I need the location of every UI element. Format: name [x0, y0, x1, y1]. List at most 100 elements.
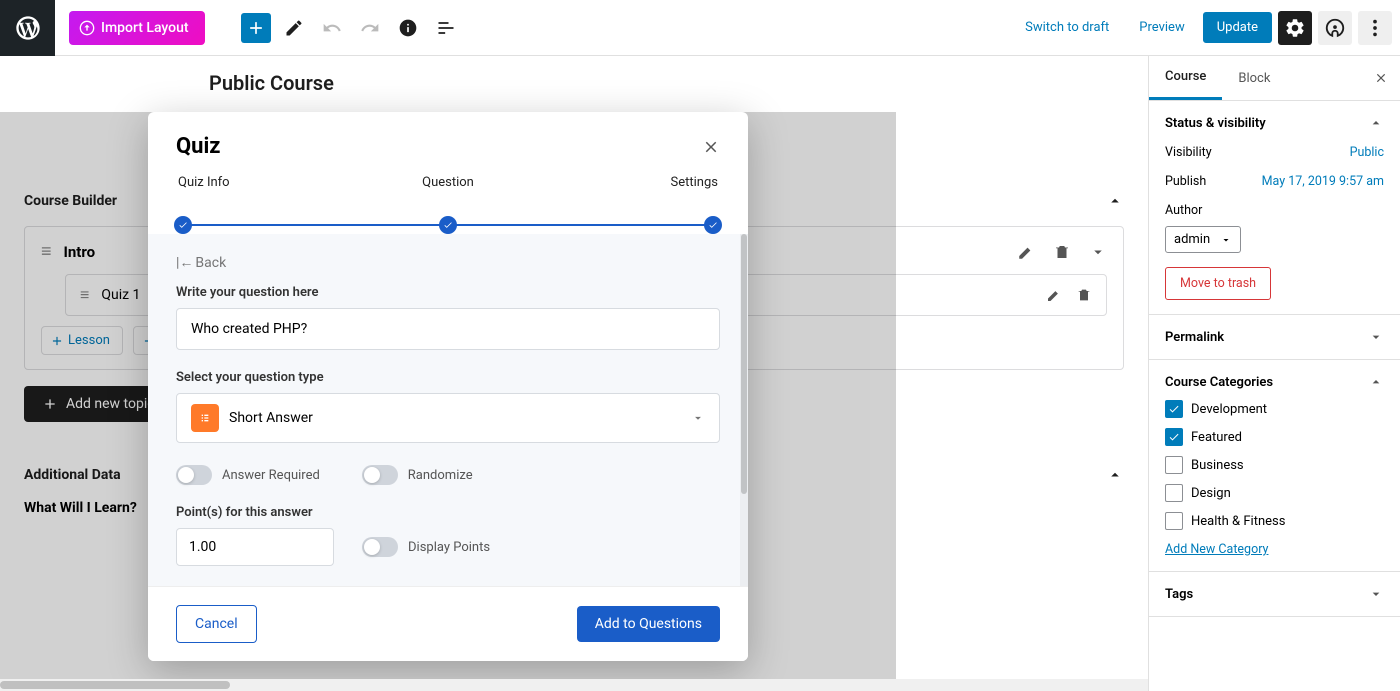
category-label: Business [1191, 458, 1244, 473]
author-select[interactable]: admin [1165, 226, 1241, 253]
gear-icon [1284, 17, 1306, 39]
redo-button[interactable] [355, 13, 385, 43]
category-checkbox-featured[interactable] [1165, 428, 1183, 446]
short-answer-icon [191, 404, 219, 432]
chevron-up-icon [1368, 374, 1384, 390]
edit-icon[interactable] [1017, 243, 1035, 261]
modal-overlay: Quiz Quiz Info Question Settings |←Back [0, 112, 896, 691]
preview-button[interactable]: Preview [1127, 12, 1196, 43]
category-checkbox-design[interactable] [1165, 484, 1183, 502]
permalink-panel-head[interactable]: Permalink [1165, 329, 1384, 345]
category-checkbox-health[interactable] [1165, 512, 1183, 530]
trash-icon[interactable] [1076, 287, 1092, 303]
randomize-toggle[interactable] [362, 465, 398, 485]
info-icon [398, 18, 418, 38]
check-icon [178, 220, 188, 230]
check-icon [1168, 431, 1180, 443]
question-type-value: Short Answer [229, 410, 681, 426]
settings-sidebar: Course Block Status & visibility Visibil… [1148, 56, 1400, 691]
visibility-key: Visibility [1165, 145, 1212, 160]
answer-required-toggle[interactable] [176, 465, 212, 485]
publish-key: Publish [1165, 174, 1206, 189]
author-key: Author [1165, 203, 1202, 218]
chevron-down-icon [1368, 586, 1384, 602]
category-label: Development [1191, 402, 1267, 417]
horizontal-scrollbar[interactable] [0, 679, 1148, 691]
wp-logo[interactable] [0, 0, 55, 56]
undo-button[interactable] [317, 13, 347, 43]
outline-button[interactable] [431, 13, 461, 43]
info-button[interactable] [393, 13, 423, 43]
display-points-toggle[interactable] [362, 537, 398, 557]
back-arrow-icon: |← [176, 254, 193, 271]
step-quiz-info[interactable]: Quiz Info [178, 175, 358, 190]
chevron-down-icon[interactable] [1089, 243, 1107, 261]
points-input[interactable] [176, 528, 334, 566]
modal-scrollbar[interactable] [740, 234, 748, 586]
edit-mode-button[interactable] [279, 13, 309, 43]
category-checkbox-development[interactable] [1165, 400, 1183, 418]
add-to-questions-button[interactable]: Add to Questions [577, 606, 720, 642]
category-label: Design [1191, 486, 1231, 501]
display-points-label: Display Points [408, 540, 490, 555]
publish-value[interactable]: May 17, 2019 9:57 am [1262, 174, 1384, 189]
category-label: Featured [1191, 430, 1242, 445]
close-icon[interactable] [702, 138, 720, 156]
tags-panel-head[interactable]: Tags [1165, 586, 1384, 602]
undo-icon [322, 18, 342, 38]
tab-block[interactable]: Block [1222, 56, 1286, 100]
tab-course[interactable]: Course [1149, 56, 1222, 100]
quiz-modal: Quiz Quiz Info Question Settings |←Back [148, 112, 748, 661]
question-type-label: Select your question type [176, 370, 720, 385]
import-label: Import Layout [101, 20, 189, 36]
category-label: Health & Fitness [1191, 514, 1285, 529]
step-dot [704, 216, 722, 234]
pencil-icon [284, 18, 304, 38]
chevron-down-icon [1368, 329, 1384, 345]
step-dot [439, 216, 457, 234]
step-settings[interactable]: Settings [538, 175, 718, 190]
course-categories-panel-head[interactable]: Course Categories [1165, 374, 1384, 390]
question-type-select[interactable]: Short Answer [176, 393, 720, 443]
trash-icon[interactable] [1053, 243, 1071, 261]
check-icon [443, 220, 453, 230]
answer-required-label: Answer Required [222, 468, 320, 483]
redo-icon [360, 18, 380, 38]
switch-to-draft-button[interactable]: Switch to draft [1013, 12, 1121, 43]
step-dot [174, 216, 192, 234]
update-button[interactable]: Update [1203, 12, 1272, 43]
check-icon [1168, 403, 1180, 415]
list-icon [436, 18, 456, 38]
chevron-up-icon [1106, 192, 1124, 210]
step-question[interactable]: Question [358, 175, 538, 190]
points-label: Point(s) for this answer [176, 505, 720, 520]
chevron-up-icon [1368, 115, 1384, 131]
page-title: Public Course [209, 71, 334, 95]
move-to-trash-button[interactable]: Move to trash [1165, 267, 1271, 300]
chevron-down-icon [1220, 234, 1232, 246]
plus-icon [246, 18, 266, 38]
modal-title: Quiz [176, 134, 221, 159]
tutor-toggle[interactable] [1318, 11, 1352, 45]
question-label: Write your question here [176, 285, 720, 300]
add-new-category-link[interactable]: Add New Category [1165, 542, 1268, 557]
edit-icon[interactable] [1046, 287, 1062, 303]
close-icon [1374, 71, 1388, 85]
chevron-down-icon [691, 411, 705, 425]
category-checkbox-business[interactable] [1165, 456, 1183, 474]
visibility-value[interactable]: Public [1350, 145, 1384, 160]
chevron-up-icon [1106, 466, 1124, 484]
import-layout-button[interactable]: Import Layout [69, 11, 205, 45]
more-options-button[interactable] [1358, 11, 1392, 45]
back-button[interactable]: |←Back [176, 254, 720, 271]
close-sidebar-button[interactable] [1362, 56, 1400, 100]
check-icon [708, 220, 718, 230]
tutor-icon [1324, 17, 1346, 39]
add-block-button[interactable] [241, 13, 271, 43]
cancel-button[interactable]: Cancel [176, 605, 257, 643]
wordpress-icon [14, 14, 42, 42]
status-visibility-panel-head[interactable]: Status & visibility [1165, 115, 1384, 131]
randomize-label: Randomize [408, 468, 473, 483]
question-input[interactable] [176, 308, 720, 350]
settings-toggle[interactable] [1278, 11, 1312, 45]
